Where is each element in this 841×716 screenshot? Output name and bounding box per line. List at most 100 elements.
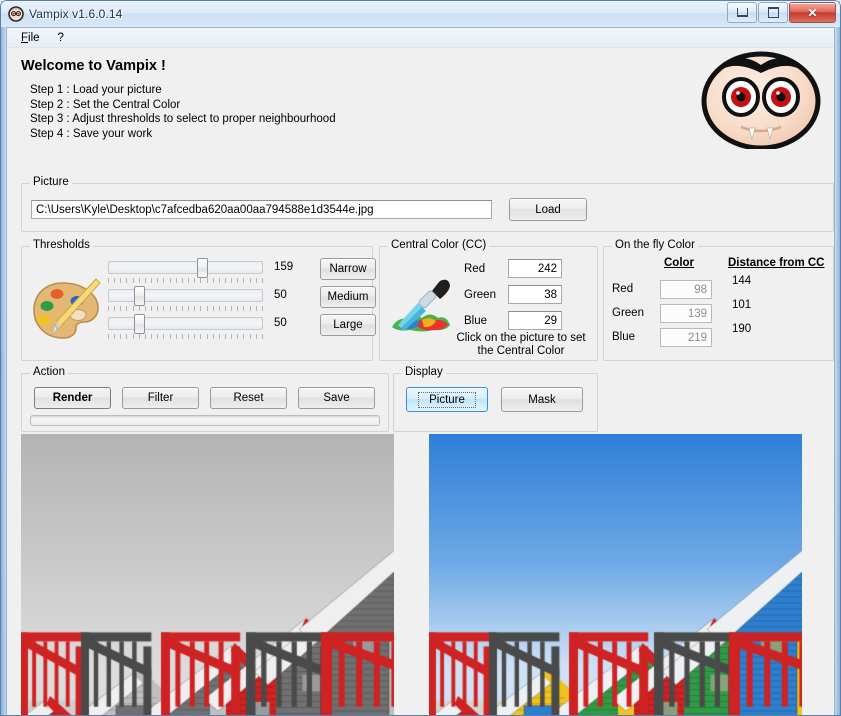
- slider-tick: [114, 278, 116, 283]
- slider-tick: [144, 306, 146, 311]
- slider-tick: [206, 278, 208, 283]
- threshold-slider-2[interactable]: [108, 286, 263, 306]
- slider-tick: [188, 278, 190, 283]
- slider-tick: [249, 306, 251, 311]
- slider-tick: [108, 306, 109, 311]
- picture-group-label: Picture: [30, 176, 72, 188]
- save-button[interactable]: Save: [298, 387, 375, 409]
- slider-tick: [169, 278, 171, 283]
- filter-button[interactable]: Filter: [122, 387, 199, 409]
- slider-thumb[interactable]: [133, 286, 145, 306]
- slider-ticks-1: [108, 278, 263, 284]
- close-button[interactable]: ✕: [789, 2, 836, 23]
- picture-path-input[interactable]: [31, 200, 492, 219]
- picture-group: Picture Load: [21, 176, 834, 232]
- reset-button[interactable]: Reset: [210, 387, 287, 409]
- slider-tick: [218, 334, 220, 339]
- central-color-hint: Click on the picture to set the Central …: [450, 332, 592, 358]
- original-picture-canvas[interactable]: [429, 434, 802, 715]
- action-group-label: Action: [30, 366, 68, 378]
- application-window: Vampix v1.6.0.14 ✕ File ? Welcome to Vam…: [0, 0, 841, 716]
- slider-tick: [126, 334, 128, 339]
- menu-file[interactable]: File: [15, 30, 48, 46]
- window-title: Vampix v1.6.0.14: [29, 7, 123, 21]
- slider-tick: [181, 278, 183, 283]
- slider-tick: [231, 278, 233, 283]
- action-group: Action Render Filter Reset Save: [21, 366, 389, 432]
- slider-tick: [218, 278, 220, 283]
- slider-tick: [138, 334, 140, 339]
- slider-tick: [157, 278, 159, 283]
- slider-tick: [194, 334, 196, 339]
- maximize-button[interactable]: [758, 2, 788, 23]
- slider-tick: [194, 278, 196, 283]
- slider-tick: [261, 278, 263, 283]
- rendered-picture-preview[interactable]: [21, 434, 394, 715]
- slider-tick: [237, 334, 239, 339]
- slider-tick: [163, 306, 165, 311]
- slider-tick: [188, 334, 190, 339]
- display-mask-button[interactable]: Mask: [501, 387, 583, 412]
- slider-tick: [212, 306, 214, 311]
- threshold-slider-1[interactable]: [108, 258, 263, 278]
- slider-tick: [181, 334, 183, 339]
- slider-tick: [200, 334, 202, 339]
- display-picture-button[interactable]: Picture: [406, 387, 488, 412]
- on-the-fly-color-group: On the fly Color Color Distance from CC …: [603, 239, 834, 361]
- menu-help[interactable]: ?: [52, 30, 72, 46]
- cc-red-label: Red: [464, 263, 486, 275]
- slider-tick: [237, 278, 239, 283]
- thresholds-group: Thresholds 159 Narrow 50 Medium 50 Large: [21, 239, 376, 361]
- rendered-picture-canvas[interactable]: [21, 434, 394, 715]
- slider-tick: [151, 334, 153, 339]
- eyedropper-icon: [388, 273, 454, 337]
- slider-track: [108, 261, 263, 274]
- slider-tick: [108, 334, 109, 339]
- load-button[interactable]: Load: [509, 198, 587, 221]
- slider-tick: [212, 278, 214, 283]
- slider-ticks-2: [108, 306, 263, 312]
- slider-tick: [151, 306, 153, 311]
- cc-red-input[interactable]: [508, 259, 562, 278]
- slider-thumb[interactable]: [133, 314, 145, 334]
- original-picture-preview[interactable]: [429, 434, 802, 715]
- slider-tick: [243, 306, 245, 311]
- display-group: Display Picture Mask: [393, 366, 598, 432]
- slider-tick: [218, 306, 220, 311]
- slider-tick: [212, 334, 214, 339]
- slider-tick: [144, 334, 146, 339]
- preset-medium-button[interactable]: Medium: [320, 286, 376, 308]
- slider-thumb[interactable]: [197, 258, 209, 278]
- slider-tick: [243, 278, 245, 283]
- paint-palette-icon: [30, 277, 102, 343]
- fly-red-value: [660, 280, 712, 299]
- slider-tick: [126, 278, 128, 283]
- slider-tick: [114, 306, 116, 311]
- slider-tick: [114, 334, 116, 339]
- slider-tick: [132, 334, 134, 339]
- slider-tick: [120, 306, 122, 311]
- preset-narrow-button[interactable]: Narrow: [320, 258, 376, 280]
- slider-tick: [151, 278, 153, 283]
- slider-tick: [175, 278, 177, 283]
- title-bar[interactable]: Vampix v1.6.0.14 ✕: [1, 1, 840, 27]
- render-button[interactable]: Render: [34, 387, 111, 409]
- progress-bar: [30, 415, 380, 426]
- slider-tick: [255, 334, 257, 339]
- menu-bar: File ?: [7, 28, 834, 48]
- threshold-slider-3[interactable]: [108, 314, 263, 334]
- cc-blue-label: Blue: [464, 315, 488, 327]
- central-color-group: Central Color (CC) Red Green: [379, 239, 598, 361]
- preset-large-button[interactable]: Large: [320, 314, 376, 336]
- cc-blue-input[interactable]: [508, 311, 562, 330]
- slider-tick: [231, 306, 233, 311]
- slider-tick: [261, 334, 263, 339]
- slider-tick: [169, 306, 171, 311]
- minimize-button[interactable]: [727, 2, 757, 23]
- fly-green-distance: 101: [732, 299, 752, 311]
- cc-hint-line-1: Click on the picture to set: [456, 332, 586, 344]
- slider-tick: [126, 306, 128, 311]
- threshold-value-3: 50: [274, 317, 287, 329]
- central-color-group-label: Central Color (CC): [388, 239, 490, 251]
- cc-green-input[interactable]: [508, 285, 562, 304]
